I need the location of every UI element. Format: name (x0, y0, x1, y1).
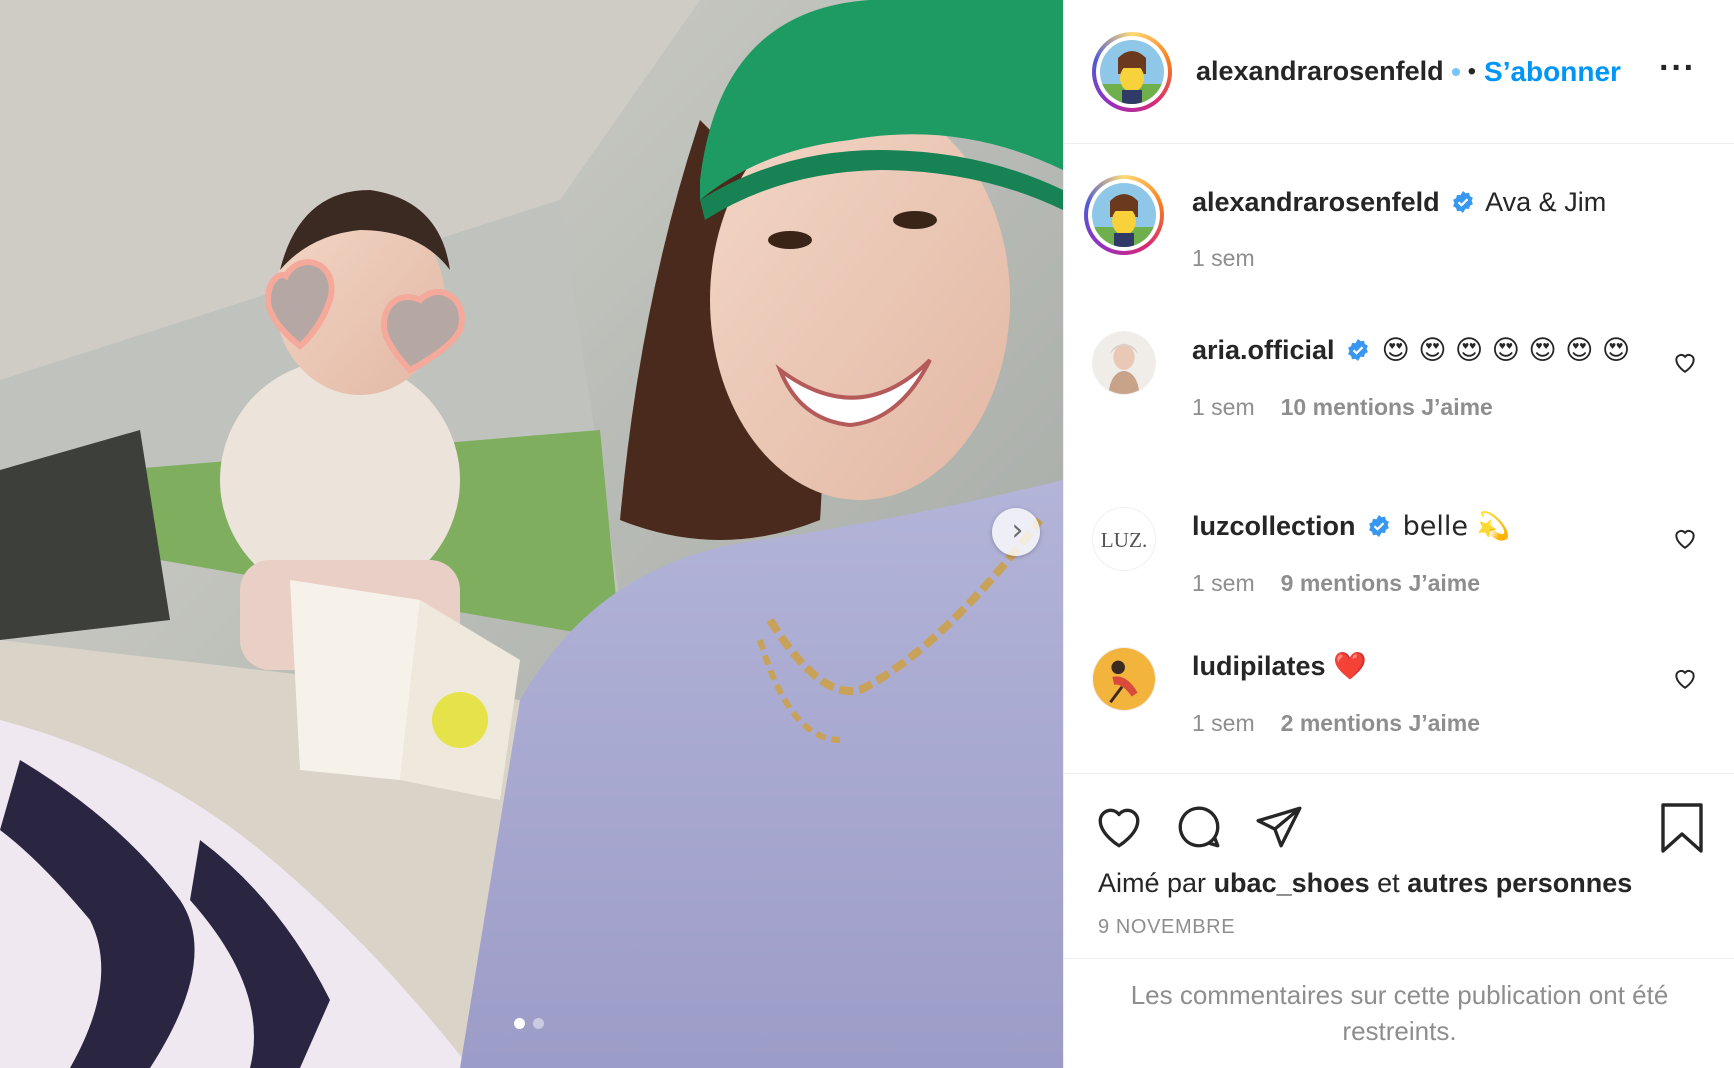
comment-row: LUZ. luzcollection belle 💫 1 sem 9 menti… (1092, 507, 1712, 597)
comment-likes[interactable]: 2 mentions J’aime (1281, 710, 1480, 737)
comment-time[interactable]: 1 sem (1192, 710, 1255, 737)
simpsons-avatar-image (1092, 183, 1156, 247)
post-media[interactable]: › (0, 0, 1063, 1068)
post-photo (0, 0, 1063, 1068)
post-date[interactable]: 9 NOVEMBRE (1098, 916, 1235, 939)
verified-icon (1453, 191, 1474, 213)
comment-likes[interactable]: 9 mentions J’aime (1281, 570, 1480, 597)
post-sidebar: alexandrarosenfeld • S’abonner ··· alexa… (1063, 0, 1734, 1068)
header-separator: • (1467, 57, 1477, 85)
comment-bubble-icon[interactable] (1174, 802, 1224, 852)
liked-by-user-link[interactable]: ubac_shoes (1214, 868, 1370, 898)
comment-username[interactable]: aria.official (1192, 335, 1335, 365)
comment-text: belle 💫 (1402, 511, 1511, 542)
caption-username[interactable]: alexandrarosenfeld (1192, 187, 1440, 217)
post-header: alexandrarosenfeld • S’abonner ··· (1064, 0, 1734, 144)
svg-text:LUZ.: LUZ. (1101, 528, 1148, 552)
comment-row: ludipilates ❤️ 1 sem 2 mentions J’aime (1092, 647, 1712, 737)
comment-time[interactable]: 1 sem (1192, 394, 1255, 421)
comment-text: 😍 😍 😍 😍 😍 😍 😍 (1381, 335, 1631, 366)
author-avatar[interactable] (1092, 31, 1172, 112)
caption-text: Ava & Jim (1485, 187, 1607, 217)
carousel-dot (533, 1018, 544, 1029)
comments-list[interactable]: alexandrarosenfeld Ava & Jim 1 sem aria.… (1064, 145, 1734, 773)
more-options-icon[interactable]: ··· (1659, 51, 1696, 85)
share-paper-plane-icon[interactable] (1254, 802, 1304, 852)
comment-row: aria.official 😍 😍 😍 😍 😍 😍 😍 1 sem 10 men… (1092, 331, 1712, 421)
commenter-avatar[interactable]: LUZ. (1092, 507, 1156, 571)
commenter-avatar[interactable] (1092, 647, 1156, 711)
comment-username[interactable]: ludipilates (1192, 651, 1326, 681)
chevron-right-icon: › (1011, 512, 1024, 548)
verified-icon (1369, 515, 1389, 537)
comment-time[interactable]: 1 sem (1192, 570, 1255, 597)
comment-likes[interactable]: 10 mentions J’aime (1281, 394, 1493, 421)
verified-icon (1348, 339, 1368, 361)
liked-by-summary: Aimé par ubac_shoes et autres personnes (1098, 868, 1633, 898)
like-comment-heart-icon[interactable] (1672, 349, 1698, 375)
comment-text: ❤️ (1333, 651, 1367, 682)
carousel-indicator (514, 1018, 544, 1029)
caption-row: alexandrarosenfeld Ava & Jim 1 sem (1084, 175, 1712, 272)
follow-button[interactable]: S’abonner (1484, 56, 1621, 88)
next-slide-button[interactable]: › (992, 508, 1040, 556)
simpsons-avatar-image (1100, 39, 1164, 104)
post-actions: Aimé par ubac_shoes et autres personnes … (1064, 773, 1734, 958)
liked-by-others-link[interactable]: autres personnes (1407, 868, 1632, 898)
instagram-post: › alexandrarosenfeld • S’abonner ··· ale… (0, 0, 1734, 1068)
like-comment-heart-icon[interactable] (1672, 525, 1698, 551)
header-username[interactable]: alexandrarosenfeld (1196, 56, 1444, 87)
comment-username[interactable]: luzcollection (1192, 511, 1356, 541)
verified-icon (1451, 67, 1460, 76)
commenter-avatar[interactable] (1092, 331, 1156, 395)
like-heart-icon[interactable] (1094, 802, 1144, 852)
caption-time[interactable]: 1 sem (1192, 245, 1255, 272)
save-bookmark-icon[interactable] (1659, 802, 1705, 854)
caption-avatar[interactable] (1084, 175, 1164, 255)
like-comment-heart-icon[interactable] (1672, 665, 1698, 691)
carousel-dot-active (514, 1018, 525, 1029)
comments-restricted-notice: Les commentaires sur cette publication o… (1064, 958, 1734, 1068)
